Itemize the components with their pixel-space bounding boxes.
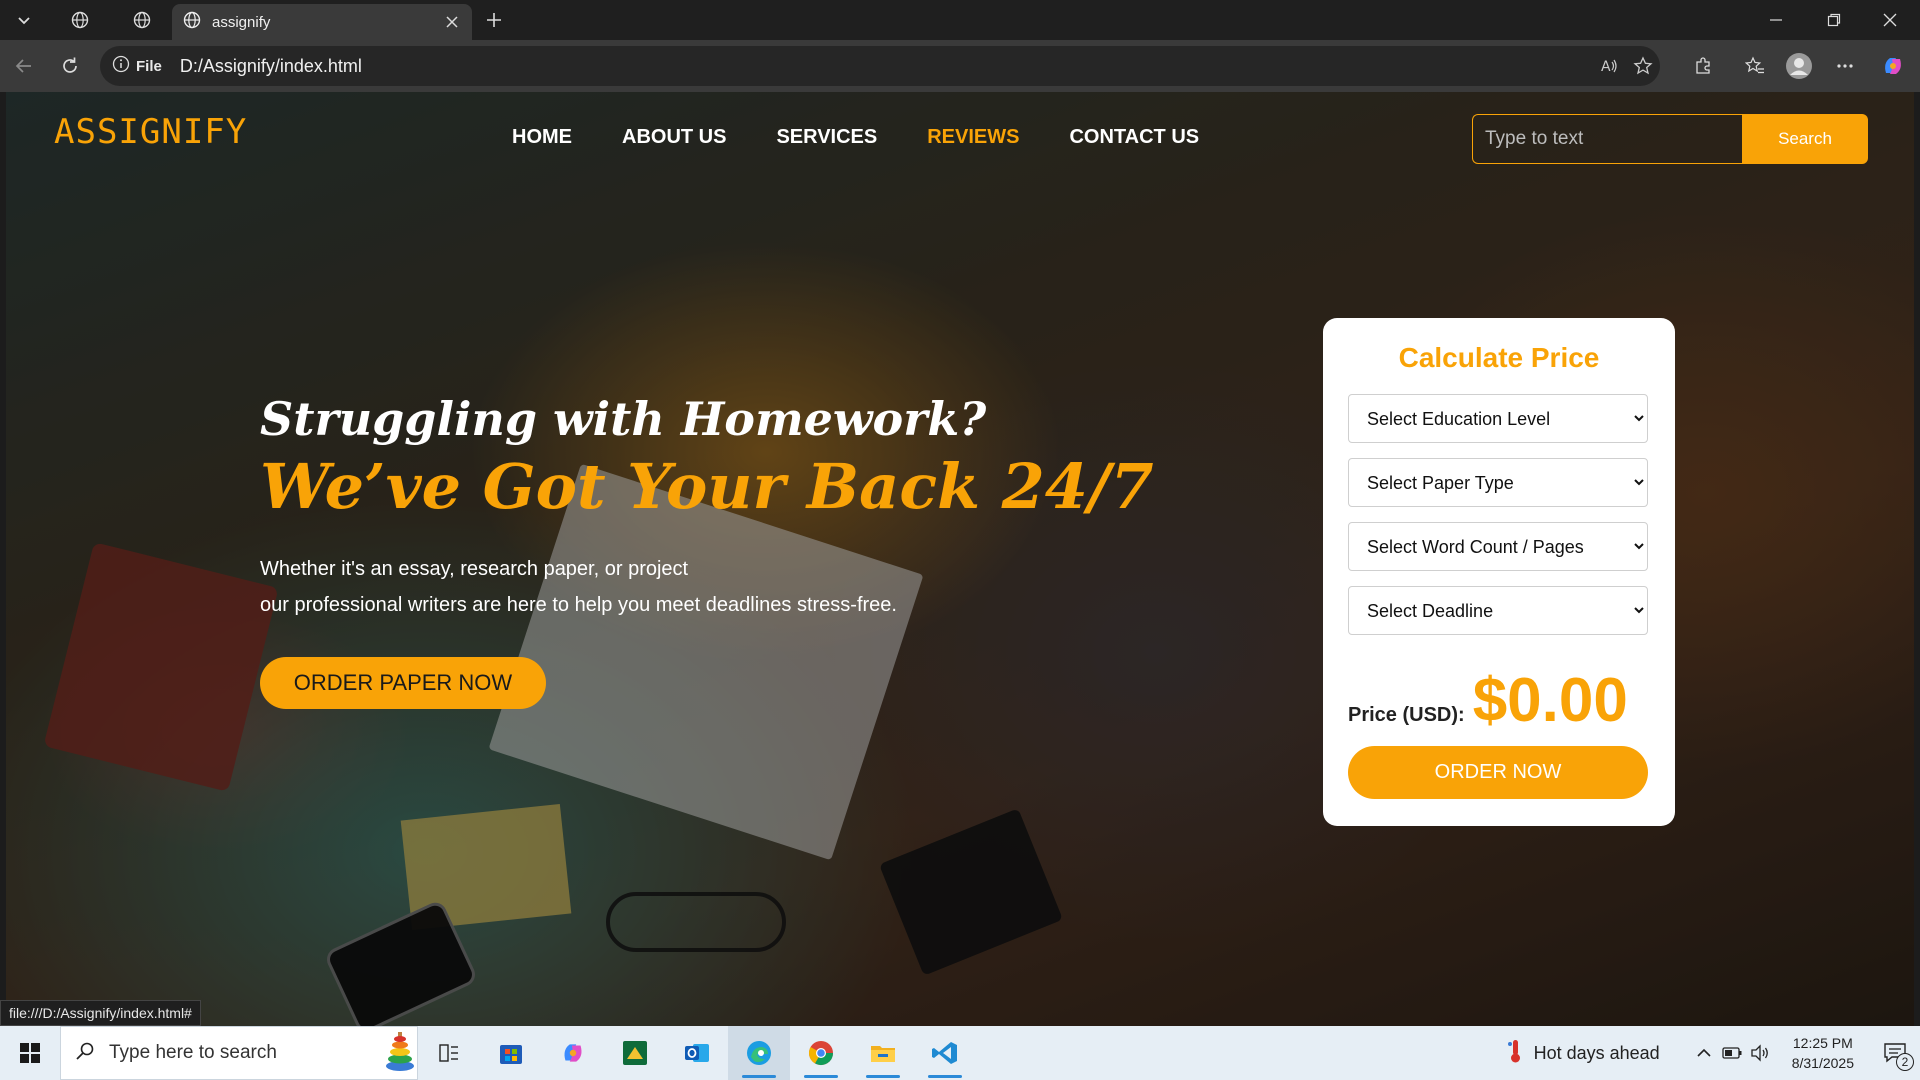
- chrome-icon[interactable]: [790, 1026, 852, 1080]
- nav-home[interactable]: HOME: [512, 126, 572, 149]
- word-count-select[interactable]: Select Word Count / Pages: [1348, 522, 1648, 571]
- outlook-icon[interactable]: [666, 1026, 728, 1080]
- green-app-icon[interactable]: [604, 1026, 666, 1080]
- more-options-icon[interactable]: [1828, 50, 1862, 82]
- tab-actions-chevron-icon[interactable]: [6, 4, 42, 36]
- restore-icon[interactable]: [1806, 0, 1862, 40]
- extensions-icon[interactable]: [1686, 50, 1720, 82]
- hero-description-line1: Whether it's an essay, research paper, o…: [260, 558, 689, 580]
- search-icon: [75, 1041, 95, 1066]
- nav-reviews[interactable]: REVIEWS: [927, 126, 1019, 149]
- url-text[interactable]: D:/Assignify/index.html: [180, 56, 1592, 77]
- paper-type-select[interactable]: Select Paper Type: [1348, 458, 1648, 507]
- address-bar[interactable]: File D:/Assignify/index.html A: [100, 46, 1660, 86]
- edge-browser-icon[interactable]: [728, 1026, 790, 1080]
- favorite-star-icon[interactable]: [1626, 50, 1660, 82]
- close-icon[interactable]: [440, 10, 464, 34]
- nav-contact-us[interactable]: CONTACT US: [1069, 126, 1199, 149]
- status-bar-url: file:///D:/Assignify/index.html#: [0, 1000, 201, 1026]
- site-search-form: Search: [1472, 114, 1868, 164]
- site-header: ASSIGNIFY HOME ABOUT US SERVICES REVIEWS…: [6, 92, 1914, 182]
- education-level-select[interactable]: Select Education Level: [1348, 394, 1648, 443]
- url-scheme-label: File: [136, 57, 162, 75]
- black-book-background: [878, 808, 1064, 976]
- deadline-select[interactable]: Select Deadline: [1348, 586, 1648, 635]
- refresh-icon[interactable]: [54, 50, 86, 82]
- vscode-icon[interactable]: [914, 1026, 976, 1080]
- weather-text: Hot days ahead: [1533, 1042, 1660, 1063]
- hero-section: Struggling with Homework? We’ve Got Your…: [260, 392, 1160, 709]
- microsoft-store-icon[interactable]: [480, 1026, 542, 1080]
- hero-heading-line2: We’ve Got Your Back 24/7: [260, 450, 1154, 523]
- price-value: $0.00: [1472, 666, 1628, 735]
- rainbow-toy-icon: [383, 1030, 417, 1077]
- info-icon[interactable]: [112, 55, 130, 78]
- system-tray: Hot days ahead 12:25 PM 8/31/2025 2: [1506, 1026, 1920, 1080]
- svg-text:A: A: [1601, 59, 1611, 75]
- price-calculator-card: Calculate Price Select Education Level S…: [1323, 318, 1675, 826]
- hero-description: Whether it's an essay, research paper, o…: [260, 551, 1160, 623]
- taskbar-search-placeholder: Type here to search: [109, 1042, 277, 1063]
- chevron-up-icon[interactable]: [1690, 1026, 1718, 1080]
- windows-taskbar: Type here to search Hot days ahead 12:25…: [0, 1026, 1920, 1080]
- read-aloud-icon[interactable]: A: [1592, 50, 1626, 82]
- browser-tab-bar: assignify: [0, 0, 1920, 40]
- notification-count-badge: 2: [1896, 1053, 1914, 1071]
- weather-widget[interactable]: Hot days ahead: [1506, 1038, 1660, 1069]
- favorites-icon[interactable]: [1738, 50, 1772, 82]
- nav-about-us[interactable]: ABOUT US: [622, 126, 726, 149]
- copilot-app-icon[interactable]: [542, 1026, 604, 1080]
- taskbar-clock[interactable]: 12:25 PM 8/31/2025: [1792, 1033, 1854, 1073]
- page-viewport: ASSIGNIFY HOME ABOUT US SERVICES REVIEWS…: [6, 92, 1914, 1026]
- tab-title: assignify: [212, 13, 271, 31]
- red-book-background: [43, 542, 279, 792]
- tab-assignify[interactable]: assignify: [172, 4, 472, 40]
- volume-icon[interactable]: [1746, 1026, 1774, 1080]
- taskbar-search-box[interactable]: Type here to search: [60, 1026, 418, 1080]
- browser-toolbar: File D:/Assignify/index.html A: [0, 40, 1920, 92]
- nav-services[interactable]: SERVICES: [776, 126, 877, 149]
- main-nav: HOME ABOUT US SERVICES REVIEWS CONTACT U…: [512, 126, 1199, 149]
- window-close-icon[interactable]: [1862, 0, 1918, 40]
- hero-description-line2: our professional writers are here to hel…: [260, 594, 897, 616]
- phone-background: [323, 898, 479, 1026]
- windows-start-icon[interactable]: [0, 1026, 60, 1080]
- file-explorer-icon[interactable]: [852, 1026, 914, 1080]
- price-row: Price (USD): $0.00: [1348, 665, 1650, 736]
- order-paper-now-button[interactable]: ORDER PAPER NOW: [260, 657, 546, 709]
- price-label: Price (USD):: [1348, 704, 1465, 726]
- minimize-icon[interactable]: [1748, 0, 1804, 40]
- thermometer-icon: [1506, 1038, 1524, 1069]
- site-search-input[interactable]: [1472, 114, 1742, 164]
- sticky-notes-background: [400, 803, 572, 931]
- site-logo[interactable]: ASSIGNIFY: [54, 112, 247, 152]
- new-tab-plus-icon[interactable]: [476, 4, 512, 36]
- back-arrow-icon[interactable]: [8, 50, 40, 82]
- site-search-button[interactable]: Search: [1742, 114, 1868, 164]
- hero-heading-line1: Struggling with Homework?: [260, 392, 987, 446]
- clock-time: 12:25 PM: [1792, 1035, 1853, 1051]
- notifications-icon[interactable]: 2: [1872, 1026, 1920, 1080]
- globe-icon[interactable]: [62, 4, 98, 36]
- globe-icon[interactable]: [124, 4, 160, 36]
- battery-icon[interactable]: [1718, 1026, 1746, 1080]
- task-view-icon[interactable]: [418, 1026, 480, 1080]
- globe-icon: [182, 10, 202, 35]
- clock-date: 8/31/2025: [1791, 1055, 1854, 1071]
- profile-avatar-icon[interactable]: [1782, 50, 1816, 82]
- glasses-background: [606, 892, 786, 952]
- calculator-title: Calculate Price: [1398, 342, 1600, 373]
- order-now-button[interactable]: ORDER NOW: [1348, 746, 1648, 799]
- copilot-icon[interactable]: [1876, 50, 1910, 82]
